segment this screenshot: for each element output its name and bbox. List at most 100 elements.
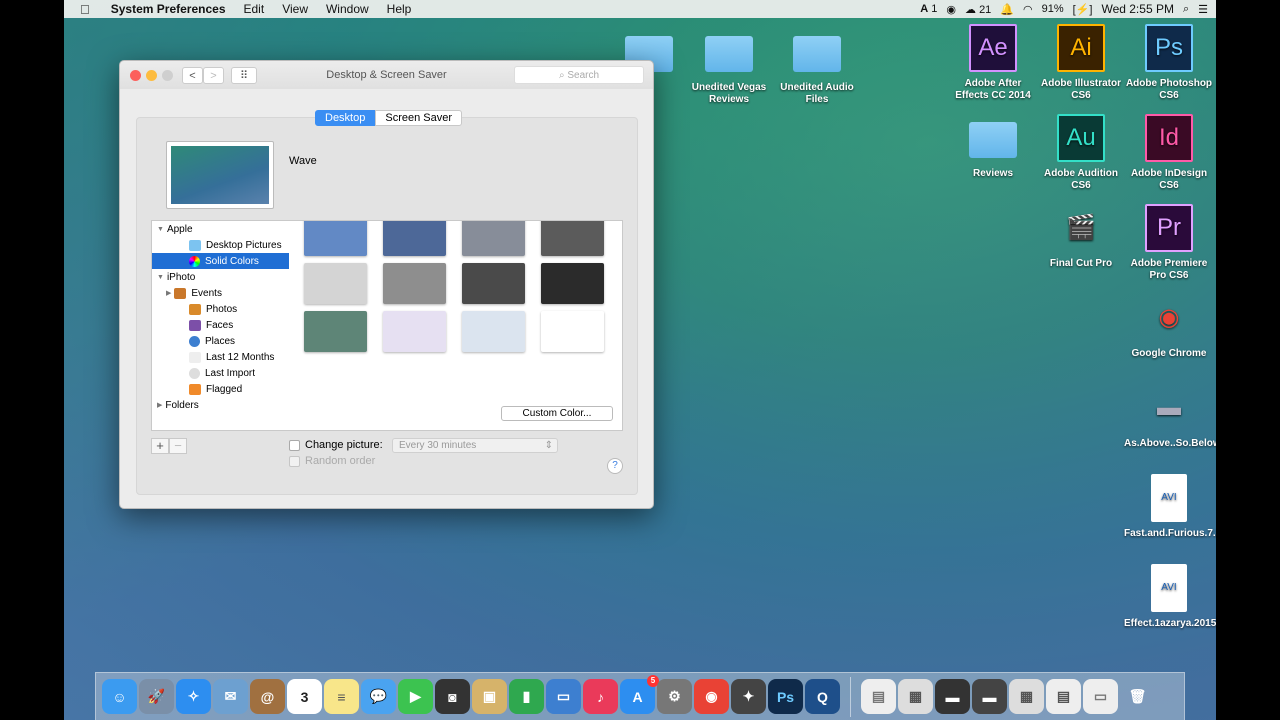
dock-screenshot-1-icon[interactable]: ▬ xyxy=(935,679,970,714)
desktop-icon[interactable]: Ai Adobe Illustrator CS6 xyxy=(1036,24,1126,102)
dock-facetime-icon[interactable]: ▶ xyxy=(398,679,433,714)
help-button[interactable]: ? xyxy=(607,458,623,474)
color-swatch[interactable] xyxy=(462,263,525,304)
change-picture-checkbox[interactable] xyxy=(289,440,300,451)
dock-quicktime-icon[interactable]: Q xyxy=(805,679,840,714)
menu-edit[interactable]: Edit xyxy=(235,2,274,16)
dock-keynote-icon[interactable]: ▭ xyxy=(546,679,581,714)
tab-desktop[interactable]: Desktop xyxy=(315,110,376,126)
dock-screenshot-2-icon[interactable]: ▬ xyxy=(972,679,1007,714)
dock-preview-icon[interactable]: ▣ xyxy=(472,679,507,714)
dock-mail-icon[interactable]: ✉ xyxy=(213,679,248,714)
dock-safari-icon[interactable]: ✧ xyxy=(176,679,211,714)
dock-messages-icon[interactable]: 💬 xyxy=(361,679,396,714)
menu-view[interactable]: View xyxy=(273,2,317,16)
dock-calendar-icon[interactable]: 3 xyxy=(287,679,322,714)
search-input[interactable]: ⌕ Search xyxy=(514,66,644,84)
desktop-icon[interactable]: ◉ Google Chrome xyxy=(1124,294,1214,360)
desktop-icon[interactable]: Unedited Audio Files xyxy=(772,28,862,106)
source-item[interactable]: ▶ Events xyxy=(152,285,289,301)
source-item[interactable]: Last Import xyxy=(152,365,289,381)
record-icon[interactable]: ◉ xyxy=(946,3,956,16)
desktop-icon[interactable]: ▬ As.Above..So.Below.201...FY.mp4 xyxy=(1124,384,1216,450)
dock-final-cut-pro-icon[interactable]: ✦ xyxy=(731,679,766,714)
tab-screen-saver[interactable]: Screen Saver xyxy=(375,110,463,126)
dock-system-preferences-icon[interactable]: ⚙ xyxy=(657,679,692,714)
desktop-icon[interactable]: Au Adobe Audition CS6 xyxy=(1036,114,1126,192)
desktop-icon[interactable]: Ae Adobe After Effects CC 2014 xyxy=(948,24,1038,102)
apple-menu-icon[interactable]:  xyxy=(64,2,102,17)
notification-center-icon[interactable]: ☰ xyxy=(1198,3,1208,16)
source-item[interactable]: Photos xyxy=(152,301,289,317)
disclosure-triangle-icon[interactable]: ▼ xyxy=(157,226,164,233)
dock-launchpad-icon[interactable]: 🚀 xyxy=(139,679,174,714)
battery-percent[interactable]: 91% xyxy=(1042,3,1064,15)
color-swatch[interactable] xyxy=(304,263,367,304)
dock-finder-icon[interactable]: ☺ xyxy=(102,679,137,714)
picture-grid[interactable]: Custom Color... xyxy=(289,220,623,431)
dock-notes-icon[interactable]: ≡ xyxy=(324,679,359,714)
spotlight-icon[interactable]: ⌕ xyxy=(1183,3,1189,16)
dock-document-2-icon[interactable]: ▦ xyxy=(898,679,933,714)
desktop-icon[interactable]: Pr Adobe Premiere Pro CS6 xyxy=(1124,204,1214,282)
desktop-icon[interactable]: 🎬 Final Cut Pro xyxy=(1036,204,1126,270)
dock-photoshop-icon[interactable]: Ps xyxy=(768,679,803,714)
clock[interactable]: Wed 2:55 PM xyxy=(1101,2,1173,16)
color-swatch[interactable] xyxy=(541,311,604,352)
interval-select[interactable]: Every 30 minutes ⇕ xyxy=(392,438,558,453)
source-item[interactable]: Solid Colors xyxy=(152,253,289,269)
disclosure-triangle-icon[interactable]: ▶ xyxy=(166,289,171,297)
wifi-icon[interactable]: ◠ xyxy=(1023,3,1033,16)
disclosure-triangle-icon[interactable]: ▼ xyxy=(157,274,164,281)
dock-itunes-icon[interactable]: ♪ xyxy=(583,679,618,714)
desktop-icon[interactable]: Reviews xyxy=(948,114,1038,180)
dock-document-1-icon[interactable]: ▤ xyxy=(861,679,896,714)
dock-document-3-icon[interactable]: ▦ xyxy=(1009,679,1044,714)
desktop-icon[interactable]: Unedited Vegas Reviews xyxy=(684,28,774,106)
color-swatch[interactable] xyxy=(541,221,604,256)
color-swatch[interactable] xyxy=(462,311,525,352)
creative-cloud-icon[interactable]: ☁ 21 xyxy=(965,3,991,16)
dock-numbers-icon[interactable]: ▮ xyxy=(509,679,544,714)
color-swatch[interactable] xyxy=(541,263,604,304)
random-order-checkbox[interactable] xyxy=(289,456,300,467)
desktop-icon[interactable]: Ps Adobe Photoshop CS6 xyxy=(1124,24,1214,102)
battery-icon[interactable]: [⚡] xyxy=(1073,3,1093,16)
menu-bar:  System Preferences Edit View Window He… xyxy=(64,0,1216,18)
source-item[interactable]: Flagged xyxy=(152,381,289,397)
color-swatch[interactable] xyxy=(383,311,446,352)
source-item[interactable]: Last 12 Months xyxy=(152,349,289,365)
color-swatch[interactable] xyxy=(383,221,446,256)
file-icon: Ps xyxy=(1145,24,1193,72)
desktop-icon[interactable]: Id Adobe InDesign CS6 xyxy=(1124,114,1214,192)
color-swatch[interactable] xyxy=(304,221,367,256)
dock-contacts-icon[interactable]: @ xyxy=(250,679,285,714)
color-swatch[interactable] xyxy=(304,311,367,352)
desktop-icon[interactable]: AVI Fast.and.Furious.7.2015...TRG.avi xyxy=(1124,474,1216,540)
source-item[interactable]: ▼ iPhoto xyxy=(152,269,289,285)
dock-trash-icon[interactable]: 🗑 xyxy=(1120,679,1155,714)
custom-color-button[interactable]: Custom Color... xyxy=(501,406,613,421)
dock-document-4-icon[interactable]: ▤ xyxy=(1046,679,1081,714)
source-item[interactable]: Desktop Pictures xyxy=(152,237,289,253)
remove-button[interactable]: − xyxy=(169,438,187,454)
source-item[interactable]: ▼ Apple xyxy=(152,221,289,237)
dock-photo-booth-icon[interactable]: ◙ xyxy=(435,679,470,714)
notification-bell-icon[interactable]: 🔔 xyxy=(1000,3,1014,16)
source-list[interactable]: ▼ Apple Desktop Pictures Solid Colors ▼ iPhot… xyxy=(151,220,290,431)
source-item[interactable]: Places xyxy=(152,333,289,349)
adobe-icon[interactable]: A 1 xyxy=(920,3,937,15)
color-swatch[interactable] xyxy=(383,263,446,304)
source-item[interactable]: ▶ Folders xyxy=(152,397,289,413)
dock-chrome-icon[interactable]: ◉ xyxy=(694,679,729,714)
dock-document-5-icon[interactable]: ▭ xyxy=(1083,679,1118,714)
color-swatch[interactable] xyxy=(462,221,525,256)
source-item[interactable]: Faces xyxy=(152,317,289,333)
desktop-icon[interactable]: AVI Effect.1azarya.2015.D....MB.avi xyxy=(1124,564,1216,630)
disclosure-triangle-icon[interactable]: ▶ xyxy=(157,401,162,409)
add-button[interactable]: + xyxy=(151,438,169,454)
menu-help[interactable]: Help xyxy=(378,2,421,16)
dock-app-store-icon[interactable]: A5 xyxy=(620,675,659,714)
menu-app[interactable]: System Preferences xyxy=(102,2,235,16)
menu-window[interactable]: Window xyxy=(317,2,378,16)
